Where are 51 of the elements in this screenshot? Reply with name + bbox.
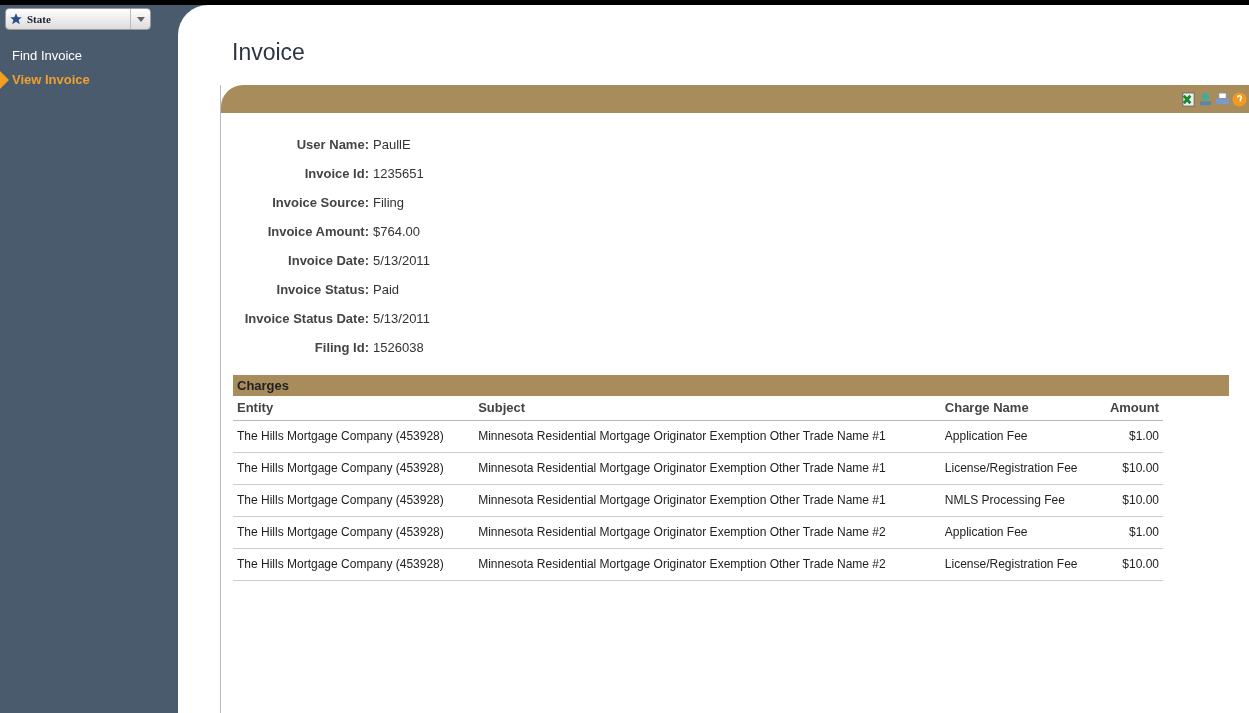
dropdown-value: State: [27, 11, 52, 27]
field-label: Invoice Status Date:: [243, 310, 370, 328]
table-cell: The Hills Mortgage Company (453928): [237, 461, 444, 475]
field-label: Invoice Date:: [287, 252, 370, 270]
column-header: Subject: [474, 396, 941, 420]
table-cell: The Hills Mortgage Company (453928): [237, 429, 444, 443]
field-value: PaullE: [373, 136, 411, 154]
table-cell: $1.00: [1128, 525, 1159, 539]
table-cell: Minnesota Residential Mortgage Originator Exemption Other Trade Name #1: [478, 429, 886, 443]
table-cell: $10.00: [1122, 557, 1159, 571]
field-value: Paid: [373, 281, 400, 299]
printer-icon[interactable]: [1215, 91, 1230, 107]
table-cell: $10.00: [1122, 461, 1159, 475]
field-value: 5/13/2011: [373, 310, 430, 328]
field-label: Invoice Id:: [303, 165, 370, 183]
page-title: Invoice: [232, 38, 306, 67]
table-cell: Application Fee: [944, 429, 1028, 443]
table-cell: The Hills Mortgage Company (453928): [237, 557, 444, 571]
section-header: Charges: [233, 375, 1229, 396]
table-cell: License/Registration Fee: [944, 557, 1078, 571]
star-icon: [9, 12, 23, 26]
table-cell: Minnesota Residential Mortgage Originator Exemption Other Trade Name #2: [478, 525, 886, 539]
column-header: Charge Name: [940, 396, 1099, 420]
table-cell: $10.00: [1122, 493, 1159, 507]
state-dropdown[interactable]: State: [5, 8, 151, 30]
field-label: Invoice Status:: [275, 281, 370, 299]
column-header: Amount: [1098, 396, 1163, 420]
table-cell: License/Registration Fee: [944, 461, 1078, 475]
table-cell: NMLS Processing Fee: [944, 493, 1065, 507]
help-icon[interactable]: [1232, 91, 1247, 107]
field-value: 1526038: [373, 339, 424, 357]
caret-icon: [136, 16, 145, 22]
table-cell: Minnesota Residential Mortgage Originator Exemption Other Trade Name #2: [478, 557, 886, 571]
table-cell: The Hills Mortgage Company (453928): [237, 493, 444, 507]
field-label: Invoice Amount:: [266, 223, 370, 241]
spreadsheet-icon[interactable]: [1181, 91, 1196, 107]
table-cell: $1.00: [1128, 429, 1159, 443]
field-value: 1235651: [373, 165, 424, 183]
field-value: 5/13/2011: [373, 252, 430, 270]
column-header: Entity: [233, 396, 475, 420]
field-label: User Name:: [295, 136, 370, 154]
field-value: $764.00: [373, 223, 420, 241]
table-cell: The Hills Mortgage Company (453928): [237, 525, 444, 539]
table-cell: Application Fee: [944, 525, 1028, 539]
field-label: Invoice Source:: [271, 194, 370, 212]
field-label: Filing Id:: [313, 339, 370, 357]
field-value: Filing: [373, 194, 405, 212]
table-cell: Minnesota Residential Mortgage Originator Exemption Other Trade Name #1: [478, 461, 886, 475]
pointer-icon: [0, 71, 9, 89]
table-cell: Minnesota Residential Mortgage Originator Exemption Other Trade Name #1: [478, 493, 886, 507]
sidebar-item[interactable]: Find Invoice: [12, 46, 83, 66]
